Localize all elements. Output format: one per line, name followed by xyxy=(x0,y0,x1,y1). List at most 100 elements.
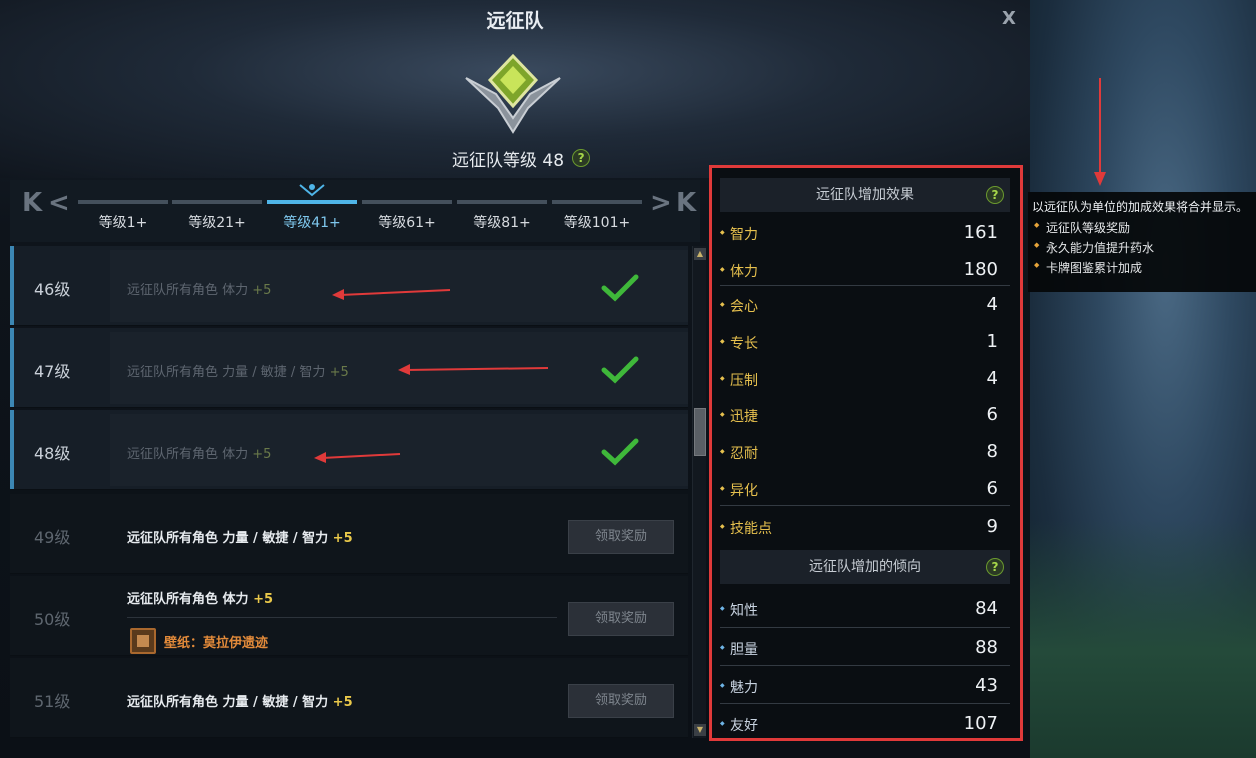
reward-text: 远征队所有角色 体力 xyxy=(127,592,249,607)
annotation-arrow-icon xyxy=(1094,78,1106,186)
expedition-emblem-icon xyxy=(465,53,561,134)
tab-level-61[interactable]: 等级61+ xyxy=(362,200,452,236)
tendency-value: 84 xyxy=(975,598,998,619)
reward-description: 远征队所有角色 力量 / 敏捷 / 智力 +5 xyxy=(127,527,353,546)
claimed-check-icon xyxy=(601,274,639,302)
stat-name: 迅捷 xyxy=(720,406,758,426)
level-help-icon[interactable]: ? xyxy=(572,149,591,167)
tooltip-item: 远征队等级奖励 xyxy=(1032,219,1252,239)
stat-value: 4 xyxy=(986,368,998,389)
stat-row-domination: 压制 4 xyxy=(720,360,1010,396)
scroll-up-icon[interactable]: ▲ xyxy=(694,248,706,260)
annotation-arrow-icon xyxy=(398,364,549,375)
reward-bonus: +5 xyxy=(332,531,353,546)
wallpaper-icon xyxy=(130,628,156,654)
tendency-value: 43 xyxy=(975,675,998,696)
stat-value: 1 xyxy=(986,331,998,352)
next-page-icon[interactable]: > xyxy=(650,188,672,218)
tab-label: 等级21+ xyxy=(188,215,246,231)
tab-level-81[interactable]: 等级81+ xyxy=(457,200,547,236)
reward-text: 远征队所有角色 体力 xyxy=(127,447,249,462)
tendency-header: 远征队增加的倾向 ? xyxy=(720,550,1010,584)
tab-bar xyxy=(457,200,547,204)
tendency-name: 魅力 xyxy=(720,677,758,697)
claim-reward-button[interactable]: 领取奖励 xyxy=(568,520,674,554)
stat-row-expertise: 异化 6 xyxy=(720,470,1010,506)
tooltip-title: 以远征队为单位的加成效果将合并显示。 xyxy=(1032,200,1249,214)
last-page-icon[interactable]: K xyxy=(676,188,696,218)
level-number: 50级 xyxy=(34,610,71,629)
annotation-arrow-icon xyxy=(332,289,451,300)
level-row-50: 50级 远征队所有角色 体力 +5 壁纸：莫拉伊遗迹 领取奖励 xyxy=(10,576,688,656)
tendency-row-courage: 胆量 88 xyxy=(720,629,1010,665)
level-row-47: 47级 远征队所有角色 力量 / 敏捷 / 智力 +5 xyxy=(10,328,688,408)
tab-level-21[interactable]: 等级21+ xyxy=(172,200,262,236)
stat-row-skill-points: 技能点 9 xyxy=(720,508,1010,544)
stat-divider xyxy=(720,627,1010,628)
stat-value: 6 xyxy=(986,478,998,499)
stat-value: 9 xyxy=(986,516,998,537)
tab-label: 等级1+ xyxy=(98,215,148,231)
stat-name: 压制 xyxy=(720,370,758,390)
background-grass xyxy=(1030,520,1256,758)
tab-level-1[interactable]: 等级1+ xyxy=(78,200,168,236)
tab-level-101[interactable]: 等级101+ xyxy=(552,200,642,236)
wallpaper-reward: 壁纸：莫拉伊遗迹 xyxy=(130,628,268,654)
list-scrollbar[interactable]: ▲ ▼ xyxy=(692,246,706,738)
stat-row-vitality: 体力 180 xyxy=(720,251,1010,287)
reward-text: 远征队所有角色 力量 / 敏捷 / 智力 xyxy=(127,695,329,710)
level-number: 47级 xyxy=(34,362,71,381)
tendency-value: 88 xyxy=(975,637,998,658)
reward-description: 远征队所有角色 体力 +5 xyxy=(127,279,271,298)
level-number: 46级 xyxy=(34,280,71,299)
stat-name: 异化 xyxy=(720,480,758,500)
stat-name: 智力 xyxy=(720,224,758,244)
tab-label: 等级81+ xyxy=(473,215,531,231)
stat-row-intelligence: 智力 161 xyxy=(720,214,1010,250)
stat-value: 180 xyxy=(963,259,998,280)
stat-divider xyxy=(720,665,1010,666)
reward-bonus: +5 xyxy=(252,283,272,298)
level-row-51: 51级 远征队所有角色 力量 / 敏捷 / 智力 +5 领取奖励 xyxy=(10,658,688,738)
stat-row-specialization: 专长 1 xyxy=(720,323,1010,359)
scroll-down-icon[interactable]: ▼ xyxy=(694,724,706,736)
claim-reward-button[interactable]: 领取奖励 xyxy=(568,602,674,636)
reward-bonus: +5 xyxy=(252,447,272,462)
effects-tooltip: 以远征队为单位的加成效果将合并显示。 远征队等级奖励 永久能力值提升药水 卡牌图… xyxy=(1028,192,1256,292)
stat-value: 161 xyxy=(963,222,998,243)
stat-row-swiftness: 迅捷 6 xyxy=(720,396,1010,432)
reward-text: 远征队所有角色 力量 / 敏捷 / 智力 xyxy=(127,531,329,546)
tendency-help-icon[interactable]: ? xyxy=(986,558,1004,576)
expedition-stats-panel: 远征队增加效果 ? 智力 161 体力 180 会心 4 专长 1 压制 4 迅… xyxy=(709,165,1023,741)
effects-header: 远征队增加效果 ? xyxy=(720,178,1010,212)
stat-value: 6 xyxy=(986,404,998,425)
reward-bonus: +5 xyxy=(332,695,353,710)
tab-bar xyxy=(362,200,452,204)
tab-level-41[interactable]: 等级41+ xyxy=(267,200,357,236)
stat-name: 会心 xyxy=(720,296,758,316)
effects-help-icon[interactable]: ? xyxy=(986,186,1004,204)
level-row-49: 49级 远征队所有角色 力量 / 敏捷 / 智力 +5 领取奖励 xyxy=(10,494,688,574)
prev-page-icon[interactable]: < xyxy=(48,188,70,218)
close-button[interactable]: X xyxy=(998,8,1020,30)
claim-reward-button[interactable]: 领取奖励 xyxy=(568,684,674,718)
scroll-thumb[interactable] xyxy=(694,408,706,456)
first-page-icon[interactable]: K xyxy=(22,188,42,218)
tendency-name: 胆量 xyxy=(720,639,758,659)
tab-label: 等级61+ xyxy=(378,215,436,231)
reward-bonus: +5 xyxy=(329,365,349,380)
level-number: 51级 xyxy=(34,692,71,711)
reward-description: 远征队所有角色 力量 / 敏捷 / 智力 +5 xyxy=(127,691,353,710)
reward-description: 远征队所有角色 体力 +5 xyxy=(127,443,271,462)
stat-row-crit: 会心 4 xyxy=(720,286,1010,322)
tendency-row-kindness: 友好 107 xyxy=(720,705,1010,741)
claimed-check-icon xyxy=(601,438,639,466)
stat-value: 4 xyxy=(986,294,998,315)
tendency-row-intellect: 知性 84 xyxy=(720,590,1010,626)
tendency-row-charisma: 魅力 43 xyxy=(720,667,1010,703)
reward-text: 远征队所有角色 力量 / 敏捷 / 智力 xyxy=(127,365,326,380)
tendency-name: 友好 xyxy=(720,715,758,735)
window-title: 远征队 xyxy=(486,10,544,32)
tab-bar xyxy=(267,200,357,204)
stat-divider xyxy=(720,505,1010,506)
